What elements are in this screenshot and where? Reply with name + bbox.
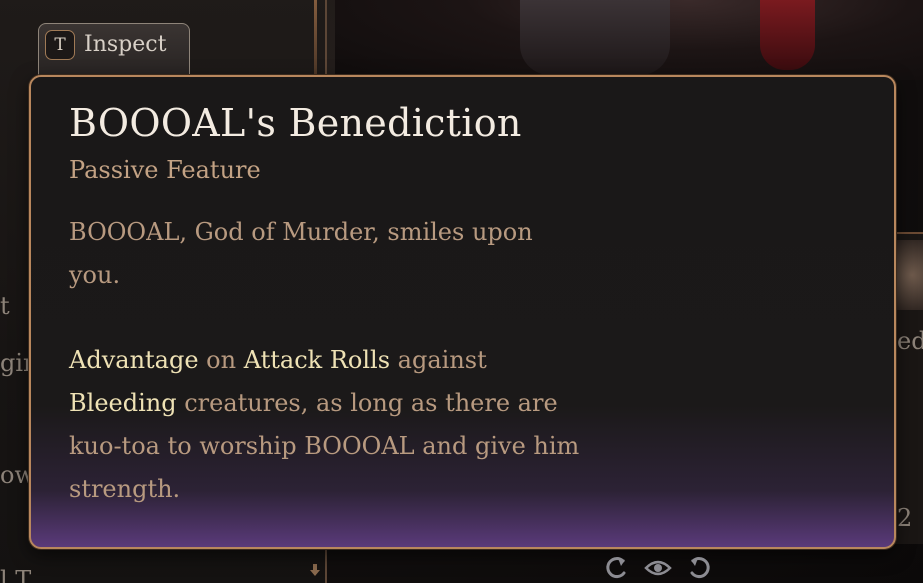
keyword-bleeding[interactable]: Bleeding (69, 389, 177, 417)
character-cloak (760, 0, 815, 70)
tooltip-title: BOOOAL's Benediction (69, 101, 522, 145)
effect-text: against (390, 346, 487, 374)
inspect-button[interactable]: T Inspect (38, 23, 190, 83)
feature-tooltip: BOOOAL's Benediction Passive Feature BOO… (29, 75, 896, 549)
keyword-attack-rolls[interactable]: Attack Rolls (244, 346, 390, 374)
background-text-fragment: t (0, 292, 10, 320)
background-text-fragment: l T (0, 566, 32, 583)
eye-icon[interactable] (644, 554, 672, 582)
tooltip-subtitle: Passive Feature (69, 156, 261, 184)
game-screen: t gin ow l T ed 2 T Inspect BOOOAL's Ben… (0, 0, 923, 583)
effect-text: on (198, 346, 244, 374)
rotate-right-icon[interactable] (685, 554, 713, 582)
item-thumbnail (897, 240, 923, 310)
character-armor (520, 0, 670, 75)
character-view-controls (603, 553, 713, 583)
keyword-advantage[interactable]: Advantage (69, 346, 199, 374)
tooltip-description: BOOOAL, God of Murder, smiles upon you. (69, 218, 533, 289)
background-text-fragment: 2 (897, 504, 913, 532)
background-text-fragment: ed (897, 327, 923, 355)
rotate-left-icon[interactable] (603, 554, 631, 582)
inspect-label: Inspect (84, 32, 167, 57)
tooltip-effect: Advantage on Attack Rolls against Bleedi… (69, 339, 589, 511)
keybind-badge: T (45, 30, 75, 60)
scroll-down-icon[interactable] (307, 562, 323, 578)
